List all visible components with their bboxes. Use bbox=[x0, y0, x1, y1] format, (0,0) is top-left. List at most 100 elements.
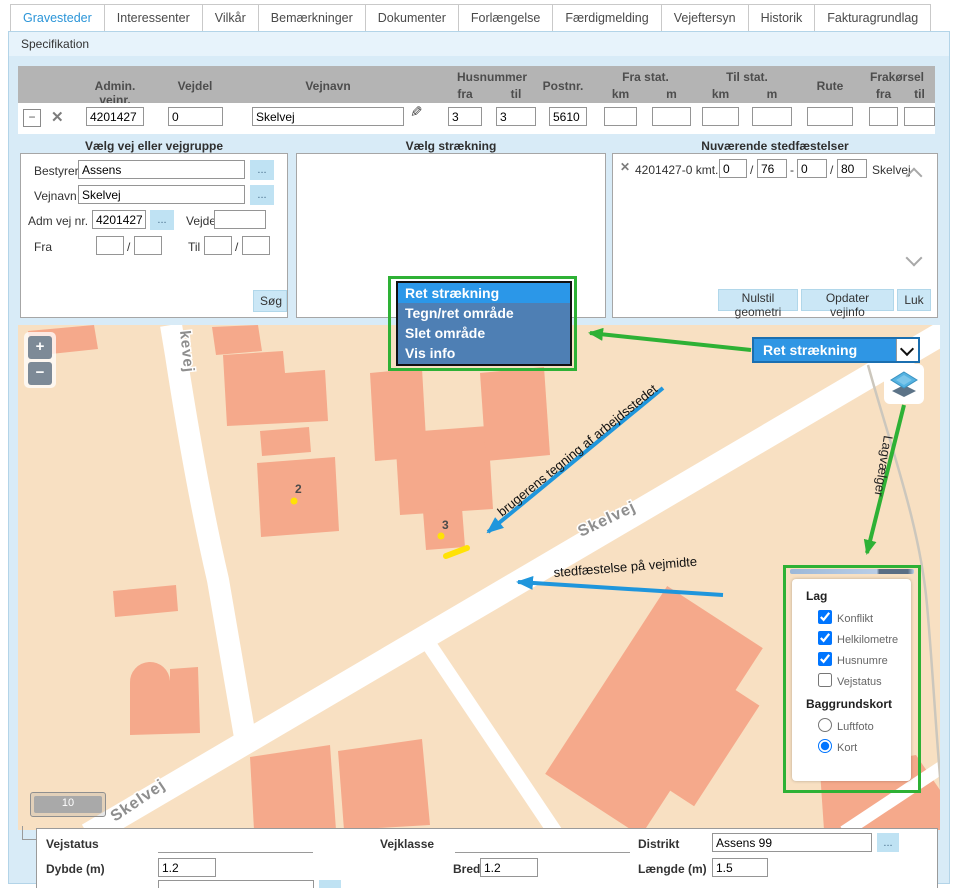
house-number-3: 3 bbox=[442, 518, 449, 532]
vejnavn-browse-button[interactable]: ... bbox=[250, 185, 274, 205]
dropdown-arrow-button[interactable] bbox=[896, 339, 918, 361]
row-husnummer-til-input[interactable] bbox=[496, 107, 536, 126]
tab-bemaerkninger[interactable]: Bemærkninger bbox=[259, 4, 366, 33]
kmt-slash-2: / bbox=[830, 163, 833, 177]
bestyrer-input[interactable] bbox=[78, 160, 245, 179]
arrow-to-context-menu bbox=[590, 333, 751, 350]
opdater-vejinfo-button[interactable]: Opdater vejinfo bbox=[801, 289, 894, 311]
adm-vej-nr-input[interactable] bbox=[92, 210, 146, 229]
tab-interessenter[interactable]: Interessenter bbox=[105, 4, 203, 33]
tab-forlaengelse[interactable]: Forlængelse bbox=[459, 4, 553, 33]
tab-dokumenter[interactable]: Dokumenter bbox=[366, 4, 459, 33]
tab-faerdigmelding[interactable]: Færdigmelding bbox=[553, 4, 661, 33]
row-fra-stat-km-input[interactable] bbox=[604, 107, 637, 126]
husnumre-checkbox[interactable] bbox=[818, 652, 832, 666]
fra-slash: / bbox=[127, 240, 130, 254]
vejstatus-value-line bbox=[158, 836, 313, 853]
luftfoto-radio[interactable] bbox=[818, 718, 832, 732]
til-km-input[interactable] bbox=[204, 236, 232, 255]
distrikt-label: Distrikt bbox=[638, 837, 679, 851]
vejstatus-checkbox[interactable] bbox=[818, 673, 832, 687]
zoom-out-button[interactable]: − bbox=[28, 362, 52, 385]
edit-pencil-icon[interactable]: ✎ bbox=[410, 103, 423, 121]
luftfoto-label: Luftfoto bbox=[837, 721, 874, 733]
map-tool-selected: Ret strækning bbox=[754, 339, 896, 361]
chevron-down-icon bbox=[900, 342, 914, 356]
distrikt-browse-button[interactable]: ... bbox=[877, 833, 899, 852]
row-til-stat-km-input[interactable] bbox=[702, 107, 739, 126]
house-3-dot bbox=[438, 533, 445, 540]
row-vejdel-input[interactable] bbox=[168, 107, 223, 126]
row-fra-stat-m-input[interactable] bbox=[652, 107, 691, 126]
extra-row-input[interactable] bbox=[158, 880, 314, 888]
bredde-input[interactable] bbox=[480, 858, 538, 877]
menu-item-tegn-ret-omraade[interactable]: Tegn/ret område bbox=[398, 303, 570, 323]
til-label: Til bbox=[188, 240, 200, 254]
layer-vejstatus[interactable]: Vejstatus bbox=[818, 673, 911, 687]
row-vejnavn-input[interactable] bbox=[252, 107, 404, 126]
layer-helkilometre[interactable]: Helkilometre bbox=[818, 631, 911, 645]
kmt-fra-km-input[interactable] bbox=[719, 159, 747, 178]
helkilometre-checkbox[interactable] bbox=[818, 631, 832, 645]
dybde-label: Dybde (m) bbox=[46, 862, 105, 876]
vejnavn-input[interactable] bbox=[78, 185, 245, 204]
delete-row-icon[interactable]: ✕ bbox=[51, 108, 64, 126]
remove-stedfaestelse-icon[interactable]: ✕ bbox=[620, 160, 630, 174]
row-rute-input[interactable] bbox=[807, 107, 853, 126]
fra-km-input[interactable] bbox=[96, 236, 124, 255]
kmt-til-m-input[interactable] bbox=[837, 159, 867, 178]
sog-button[interactable]: Søg bbox=[253, 290, 287, 312]
tab-vilkaar[interactable]: Vilkår bbox=[203, 4, 259, 33]
kort-radio[interactable] bbox=[818, 739, 832, 753]
konflikt-label: Konflikt bbox=[837, 613, 873, 625]
row-postnr-input[interactable] bbox=[549, 107, 587, 126]
layer-picker-button[interactable] bbox=[884, 364, 924, 404]
konflikt-checkbox[interactable] bbox=[818, 610, 832, 624]
menu-item-vis-info[interactable]: Vis info bbox=[398, 343, 570, 363]
col-til-stat-m: m bbox=[752, 87, 792, 101]
til-m-input[interactable] bbox=[242, 236, 270, 255]
bg-luftfoto[interactable]: Luftfoto bbox=[818, 718, 911, 732]
bg-kort[interactable]: Kort bbox=[818, 739, 911, 753]
zoom-in-button[interactable]: + bbox=[28, 336, 52, 359]
layer-opacity-slider[interactable] bbox=[790, 569, 914, 574]
dybde-input[interactable] bbox=[158, 858, 216, 877]
tree-connector bbox=[22, 826, 36, 840]
col-frakorsel: Frakørsel bbox=[856, 70, 938, 84]
layers-panel: Lag Konflikt Helkilometre Husnumre Vejst… bbox=[792, 579, 911, 781]
tab-gravesteder[interactable]: Gravesteder bbox=[10, 4, 105, 33]
menu-item-slet-omraade[interactable]: Slet område bbox=[398, 323, 570, 343]
adm-vej-browse-button[interactable]: ... bbox=[150, 210, 174, 230]
kmt-til-km-input[interactable] bbox=[797, 159, 827, 178]
house-2-dot bbox=[291, 498, 298, 505]
kmt-fra-m-input[interactable] bbox=[757, 159, 787, 178]
row-frakorsel-fra-input[interactable] bbox=[869, 107, 898, 126]
panel-title-stedfaestelser: Nuværende stedfæstelser bbox=[612, 139, 938, 153]
nulstil-geometri-button[interactable]: Nulstil geometri bbox=[718, 289, 798, 311]
luk-button[interactable]: Luk bbox=[897, 289, 931, 311]
row-frakorsel-til-input[interactable] bbox=[904, 107, 935, 126]
bestyrer-browse-button[interactable]: ... bbox=[250, 160, 274, 180]
layer-husnumre[interactable]: Husnumre bbox=[818, 652, 911, 666]
row-admin-vejnr-input[interactable] bbox=[86, 107, 144, 126]
vejdel-input[interactable] bbox=[214, 210, 266, 229]
extra-row-browse-button[interactable] bbox=[319, 880, 341, 888]
tab-fakturagrundlag[interactable]: Fakturagrundlag bbox=[815, 4, 931, 33]
menu-item-ret-straekning[interactable]: Ret strækning bbox=[398, 283, 570, 303]
layer-konflikt[interactable]: Konflikt bbox=[818, 610, 911, 624]
collapse-row-button[interactable]: − bbox=[23, 109, 41, 127]
fra-m-input[interactable] bbox=[134, 236, 162, 255]
col-postnr: Postnr. bbox=[541, 79, 585, 93]
fra-label: Fra bbox=[34, 240, 52, 254]
map-tool-dropdown[interactable]: Ret strækning bbox=[752, 337, 920, 363]
tab-historik[interactable]: Historik bbox=[749, 4, 816, 33]
work-site-drawing[interactable] bbox=[446, 548, 467, 556]
distrikt-input[interactable] bbox=[712, 833, 872, 852]
bestyrer-label: Bestyrer bbox=[34, 164, 79, 178]
row-til-stat-m-input[interactable] bbox=[752, 107, 792, 126]
row-husnummer-fra-input[interactable] bbox=[448, 107, 482, 126]
col-vejdel: Vejdel bbox=[165, 79, 225, 93]
laengde-input[interactable] bbox=[712, 858, 768, 877]
kmt-dash: - bbox=[790, 163, 794, 177]
tab-vejeftersyn[interactable]: Vejeftersyn bbox=[662, 4, 749, 33]
